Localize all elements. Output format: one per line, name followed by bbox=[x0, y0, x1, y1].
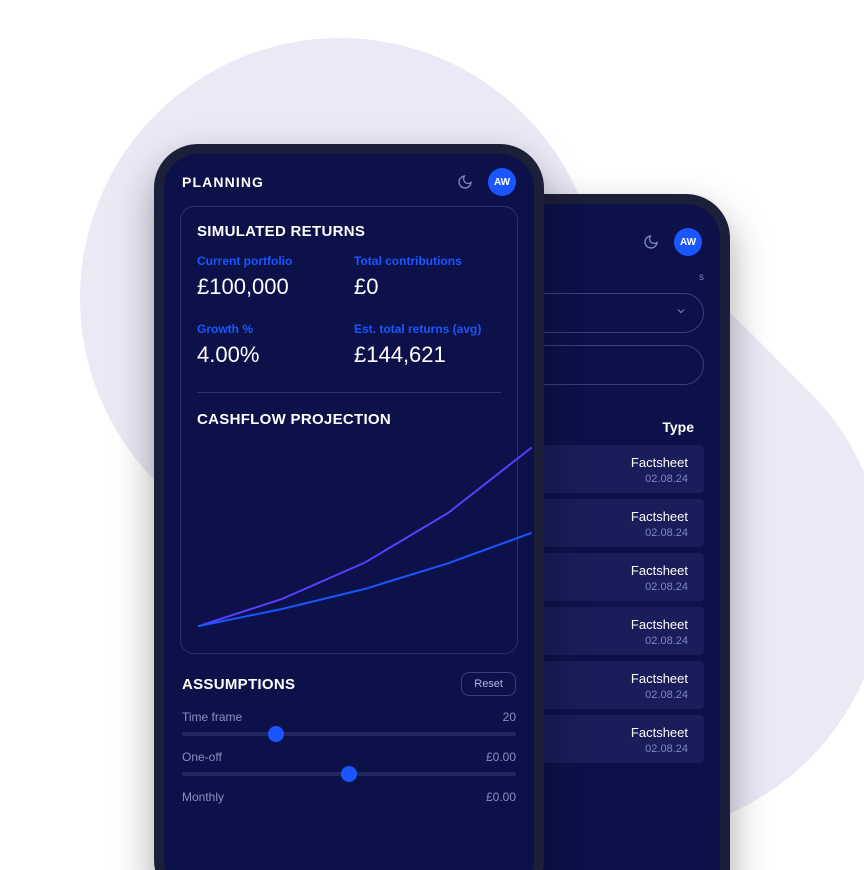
slider-value: 20 bbox=[503, 710, 516, 724]
stat-label: Current portfolio bbox=[197, 254, 344, 268]
slider-track[interactable] bbox=[182, 772, 516, 776]
simulated-returns-panel: SIMULATED RETURNS Current portfolio £100… bbox=[180, 206, 518, 654]
row-type: Factsheet bbox=[631, 617, 688, 632]
row-date: 02.08.24 bbox=[645, 473, 688, 485]
moon-icon[interactable] bbox=[456, 173, 474, 191]
stats-grid: Current portfolio £100,000 Total contrib… bbox=[197, 254, 501, 368]
slider-track[interactable] bbox=[182, 732, 516, 736]
stat-label: Total contributions bbox=[354, 254, 501, 268]
row-type: Factsheet bbox=[631, 509, 688, 524]
slider-label: Monthly bbox=[182, 790, 224, 804]
slider-thumb[interactable] bbox=[341, 766, 357, 782]
divider bbox=[197, 392, 501, 393]
chevron-down-icon bbox=[675, 304, 687, 322]
row-date: 02.08.24 bbox=[645, 581, 688, 593]
stat-label: Est. total returns (avg) bbox=[354, 322, 501, 336]
avatar-back[interactable]: AW bbox=[674, 228, 702, 256]
row-type: Factsheet bbox=[631, 671, 688, 686]
slider-monthly[interactable]: Monthly £0.00 bbox=[182, 790, 516, 804]
cashflow-title: CASHFLOW PROJECTION bbox=[197, 411, 501, 428]
row-date: 02.08.24 bbox=[645, 527, 688, 539]
page-title: PLANNING bbox=[182, 174, 264, 190]
row-type: Factsheet bbox=[631, 563, 688, 578]
assumptions-section: ASSUMPTIONS Reset Time frame 20 One-off … bbox=[180, 654, 518, 816]
simulated-returns-title: SIMULATED RETURNS bbox=[197, 223, 501, 240]
assumptions-title: ASSUMPTIONS bbox=[182, 676, 295, 693]
chart-series-high bbox=[199, 448, 531, 626]
avatar-front[interactable]: AW bbox=[488, 168, 516, 196]
slider-thumb[interactable] bbox=[268, 726, 284, 742]
stat-total-contributions: Total contributions £0 bbox=[354, 254, 501, 300]
slider-one-off[interactable]: One-off £0.00 bbox=[182, 750, 516, 776]
stat-value: £0 bbox=[354, 274, 501, 300]
slider-label: Time frame bbox=[182, 710, 242, 724]
stat-growth-pct: Growth % 4.00% bbox=[197, 322, 344, 368]
slider-label: One-off bbox=[182, 750, 222, 764]
row-date: 02.08.24 bbox=[645, 689, 688, 701]
col-type-header: Type bbox=[662, 419, 694, 435]
reset-button[interactable]: Reset bbox=[461, 672, 516, 696]
row-date: 02.08.24 bbox=[645, 635, 688, 647]
row-type: Factsheet bbox=[631, 725, 688, 740]
canvas: AW s Type Factsheet02.08.24Factsheet02.0… bbox=[0, 0, 864, 870]
slider-value: £0.00 bbox=[486, 750, 516, 764]
stat-label: Growth % bbox=[197, 322, 344, 336]
appbar-front: PLANNING AW bbox=[164, 154, 534, 206]
stat-est-total-returns: Est. total returns (avg) £144,621 bbox=[354, 322, 501, 368]
stat-current-portfolio: Current portfolio £100,000 bbox=[197, 254, 344, 300]
moon-icon[interactable] bbox=[642, 233, 660, 251]
row-type: Factsheet bbox=[631, 455, 688, 470]
slider-value: £0.00 bbox=[486, 790, 516, 804]
slider-time-frame[interactable]: Time frame 20 bbox=[182, 710, 516, 736]
stat-value: £144,621 bbox=[354, 342, 501, 368]
stat-value: 4.00% bbox=[197, 342, 344, 368]
stat-value: £100,000 bbox=[197, 274, 344, 300]
phone-front: PLANNING AW SIMULATED RETURNS Current po… bbox=[154, 144, 544, 870]
row-date: 02.08.24 bbox=[645, 743, 688, 755]
chart-series-avg bbox=[199, 533, 531, 626]
cashflow-chart bbox=[197, 442, 501, 637]
